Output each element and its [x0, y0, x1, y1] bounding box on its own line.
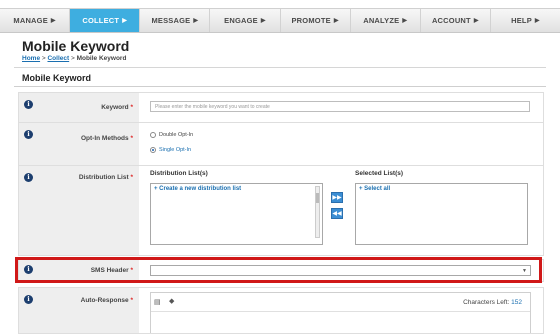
divider — [14, 67, 546, 68]
required-marker: * — [130, 297, 133, 304]
radio-label: Single Opt-In — [159, 147, 192, 153]
required-marker: * — [130, 135, 133, 142]
select-all-link[interactable]: + Select all — [359, 186, 390, 192]
available-lists-title: Distribution List(s) — [150, 170, 208, 177]
radio-label: Double Opt-In — [159, 132, 194, 138]
required-marker: * — [130, 174, 133, 181]
distribution-row: i Distribution List * Distribution List(… — [18, 165, 544, 256]
info-icon[interactable]: i — [24, 295, 33, 304]
available-lists-box[interactable]: + Create a new distribution list — [150, 183, 323, 245]
required-marker: * — [130, 104, 133, 111]
label-column: i Opt-In Methods * — [19, 123, 139, 165]
breadcrumb-current: Mobile Keyword — [76, 55, 127, 62]
arrow-right-icon: ▶ — [260, 18, 266, 24]
selected-lists-box[interactable]: + Select all — [355, 183, 528, 245]
label-column: i Keyword * — [19, 93, 139, 122]
auto-response-row: i Auto-Response * ▤ ◆ Characters Left: 1… — [18, 287, 544, 334]
breadcrumb-collect-link[interactable]: Collect — [47, 55, 69, 62]
info-icon[interactable]: i — [24, 265, 33, 274]
label-column: i SMS Header * — [19, 260, 139, 281]
arrow-right-icon: ▶ — [122, 18, 128, 24]
arrow-right-icon: ▶ — [534, 18, 540, 24]
nav-promote[interactable]: PROMOTE ▶ — [281, 9, 351, 32]
sms-header-row: i SMS Header * ▼ — [18, 259, 544, 282]
divider — [151, 311, 530, 312]
label-column: i Auto-Response * — [19, 288, 139, 333]
breadcrumb-separator: > — [41, 55, 46, 62]
section-title: Mobile Keyword — [22, 73, 92, 83]
radio-button[interactable] — [150, 132, 156, 138]
info-icon[interactable]: i — [24, 130, 33, 139]
nav-engage[interactable]: ENGAGE ▶ — [210, 9, 281, 32]
required-marker: * — [130, 267, 133, 274]
merge-field-icon[interactable]: ▤ — [154, 298, 161, 306]
keyword-input[interactable]: Please enter the mobile keyword you want… — [150, 101, 530, 112]
remove-from-selected-button[interactable]: ◀◀ — [331, 208, 343, 219]
info-icon[interactable]: i — [24, 100, 33, 109]
selected-lists-title: Selected List(s) — [355, 170, 404, 177]
radio-single-optin[interactable]: Single Opt-In — [150, 147, 191, 153]
keyword-label: Keyword * — [101, 104, 133, 111]
nav-account[interactable]: ACCOUNT ▶ — [421, 9, 491, 32]
optin-label: Opt-In Methods * — [80, 135, 133, 142]
nav-manage[interactable]: MANAGE ▶ — [0, 9, 71, 32]
tag-icon[interactable]: ◆ — [169, 297, 174, 305]
page-title: Mobile Keyword — [22, 38, 130, 54]
nav-message[interactable]: MESSAGE ▶ — [140, 9, 211, 32]
auto-response-editor[interactable]: ▤ ◆ Characters Left: 152 — [150, 292, 531, 333]
arrow-right-icon: ▶ — [333, 18, 339, 24]
breadcrumb: Home > Collect > Mobile Keyword — [22, 55, 126, 62]
arrow-right-icon: ▶ — [402, 18, 408, 24]
characters-left-count: 152 — [511, 299, 522, 306]
chevron-down-icon: ▼ — [522, 268, 527, 274]
scrollbar-thumb[interactable] — [316, 193, 319, 203]
optin-row: i Opt-In Methods * Double Opt-In Single … — [18, 122, 544, 166]
sms-header-label: SMS Header * — [90, 267, 133, 274]
arrow-right-icon: ▶ — [50, 18, 56, 24]
create-distribution-list-link[interactable]: + Create a new distribution list — [154, 186, 241, 192]
breadcrumb-home-link[interactable]: Home — [22, 55, 40, 62]
distribution-label: Distribution List * — [78, 174, 133, 181]
auto-response-label: Auto-Response * — [80, 297, 133, 304]
arrow-right-icon: ▶ — [473, 18, 479, 24]
nav-help[interactable]: HELP ▶ — [491, 9, 560, 32]
label-column: i Distribution List * — [19, 166, 139, 255]
main-nav: MANAGE ▶ COLLECT ▶ MESSAGE ▶ ENGAGE ▶ PROMOT… — [0, 8, 560, 33]
divider — [14, 86, 546, 87]
keyword-row: i Keyword * Please enter the mobile keyw… — [18, 92, 544, 123]
breadcrumb-separator: > — [70, 55, 75, 62]
radio-button-checked[interactable] — [150, 147, 156, 153]
nav-analyze[interactable]: ANALYZE ▶ — [351, 9, 421, 32]
scrollbar[interactable] — [315, 186, 320, 238]
arrow-right-icon: ▶ — [193, 18, 199, 24]
add-to-selected-button[interactable]: ▶▶ — [331, 192, 343, 203]
characters-left: Characters Left: 152 — [463, 299, 522, 306]
nav-collect[interactable]: COLLECT ▶ — [70, 9, 141, 32]
sms-header-select[interactable]: ▼ — [150, 265, 531, 276]
radio-double-optin[interactable]: Double Opt-In — [150, 132, 193, 138]
info-icon[interactable]: i — [24, 173, 33, 182]
